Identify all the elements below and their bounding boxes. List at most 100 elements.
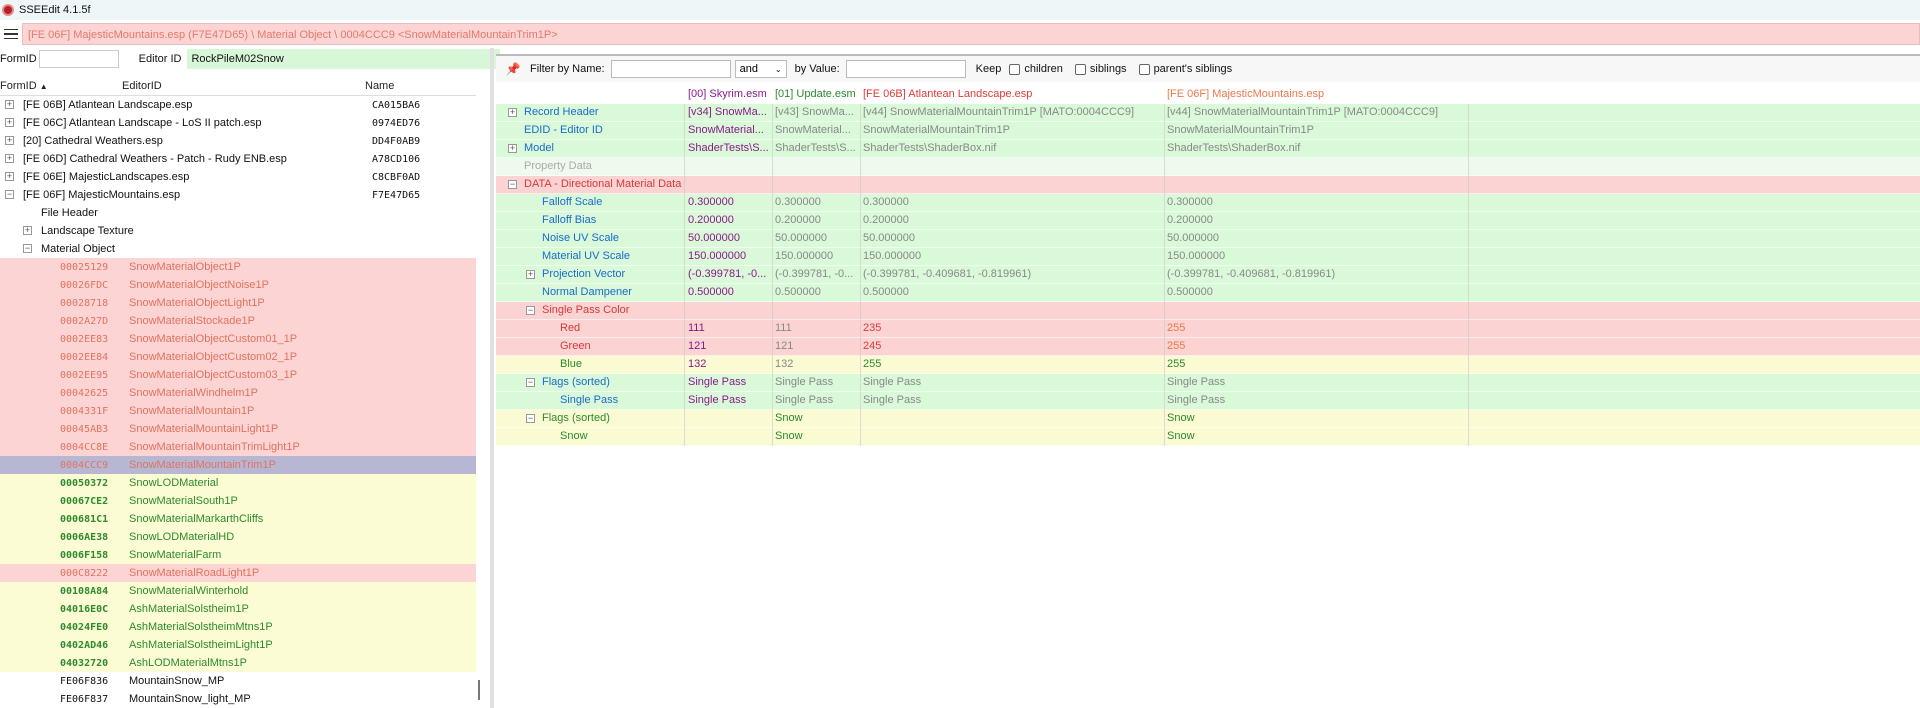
filter-value-input[interactable] <box>845 60 966 78</box>
formid-input[interactable] <box>38 50 119 68</box>
record-row[interactable]: 00025129 SnowMaterialObject1P <box>0 258 476 276</box>
grid-row[interactable]: Material UV Scale 150.000000 150.000000 150… <box>496 248 1920 266</box>
collapse-icon[interactable]: − <box>526 414 535 423</box>
record-row[interactable]: 04024FE0 AshMaterialSolstheimMtns1P <box>0 618 476 636</box>
record-row[interactable]: 0004CC8E SnowMaterialMountainTrimLight1P <box>0 438 476 456</box>
record-formid: 0402AD46 <box>60 639 109 651</box>
expand-icon[interactable]: + <box>23 226 32 235</box>
collapse-icon[interactable]: − <box>5 190 14 199</box>
editorid-input[interactable]: RockPileM02Snow <box>187 49 500 69</box>
record-compare-grid[interactable]: + Record Header [v34] SnowMa... [v43] SnowM… <box>496 104 1920 446</box>
record-row[interactable]: 00026FDC SnowMaterialObjectNoise1P <box>0 276 476 294</box>
col-atlantean-header[interactable]: [FE 06B] Atlantean Landscape.esp <box>863 88 1032 100</box>
grid-row[interactable]: Single Pass Single Pass Single Pass Single … <box>496 392 1920 410</box>
grid-row[interactable]: − DATA - Directional Material Data <box>496 176 1920 194</box>
record-row[interactable]: 000C8222 SnowMaterialRoadLight1P <box>0 564 476 582</box>
field-value: 50.000000 <box>863 232 915 244</box>
grid-row[interactable]: − Flags (sorted) Single Pass Single Pass Sin… <box>496 374 1920 392</box>
grid-row[interactable]: − Single Pass Color <box>496 302 1920 320</box>
plugin-row[interactable]: + [FE 06C] Atlantean Landscape - LoS II p… <box>0 114 476 132</box>
col-update-header[interactable]: [01] Update.esm <box>775 88 856 100</box>
record-editorid: SnowMaterialMarkarthCliffs <box>129 513 264 525</box>
record-row[interactable]: 0002EE83 SnowMaterialObjectCustom01_1P <box>0 330 476 348</box>
grid-row[interactable]: Property Data <box>496 158 1920 176</box>
collapse-icon[interactable]: − <box>526 378 535 387</box>
record-row[interactable]: 0006AE38 SnowLODMaterialHD <box>0 528 476 546</box>
record-row[interactable]: FE06F837 MountainSnow_light_MP <box>0 690 476 708</box>
expand-icon[interactable]: + <box>5 154 14 163</box>
record-row[interactable]: FE06F836 MountainSnow_MP <box>0 672 476 690</box>
col-name-header[interactable]: Name <box>365 80 394 92</box>
filter-combo[interactable]: and ⌄ <box>734 60 787 78</box>
grid-row[interactable]: + Model ShaderTests\S... ShaderTests\S... Sh… <box>496 140 1920 158</box>
children-checkbox[interactable] <box>1009 63 1021 75</box>
record-row[interactable]: 000681C1 SnowMaterialMarkarthCliffs <box>0 510 476 528</box>
pane-splitter[interactable] <box>490 48 494 708</box>
record-row[interactable]: 0004CCC9 SnowMaterialMountainTrim1P <box>0 456 476 474</box>
grid-row[interactable]: Snow Snow Snow <box>496 428 1920 446</box>
grid-row[interactable]: Noise UV Scale 50.000000 50.000000 50.00000… <box>496 230 1920 248</box>
grid-row[interactable]: EDID - Editor ID SnowMaterial... SnowMater… <box>496 122 1920 140</box>
group-file-header[interactable]: File Header <box>0 204 476 222</box>
window-title: SSEEdit 4.1.5f <box>19 4 91 16</box>
group-material-object[interactable]: − Material Object <box>0 240 476 258</box>
collapse-icon[interactable]: − <box>526 306 535 315</box>
menu-icon[interactable] <box>0 22 22 46</box>
grid-row[interactable]: + Record Header [v34] SnowMa... [v43] SnowM… <box>496 104 1920 122</box>
expand-icon[interactable]: + <box>526 270 535 279</box>
field-value: 0.300000 <box>863 196 909 208</box>
expand-icon[interactable]: + <box>508 144 517 153</box>
record-row[interactable]: 0402AD46 AshMaterialSolstheimLight1P <box>0 636 476 654</box>
grid-row[interactable]: Blue 132 132 255 255 <box>496 356 1920 374</box>
pin-icon[interactable]: 📌 <box>506 62 521 76</box>
field-value: [v44] SnowMaterialMountainTrim1P [MATO:0… <box>863 106 1135 118</box>
record-row[interactable]: 0004331F SnowMaterialMountain1P <box>0 402 476 420</box>
record-row[interactable]: 00042625 SnowMaterialWindhelm1P <box>0 384 476 402</box>
record-row[interactable]: 00050372 SnowLODMaterial <box>0 474 476 492</box>
grid-row[interactable]: Green 121 121 245 255 <box>496 338 1920 356</box>
record-row[interactable]: 04032720 AshLODMaterialMtns1P <box>0 654 476 672</box>
grid-row[interactable]: Falloff Bias 0.200000 0.200000 0.200000 0.20… <box>496 212 1920 230</box>
col-editorid-header[interactable]: EditorID <box>122 80 162 92</box>
grid-row[interactable]: − Flags (sorted) Snow Snow <box>496 410 1920 428</box>
siblings-checkbox[interactable] <box>1074 63 1086 75</box>
record-tree[interactable]: + [FE 06B] Atlantean Landscape.esp CA015BA… <box>0 96 476 708</box>
expand-icon[interactable]: + <box>5 136 14 145</box>
group-landscape-texture[interactable]: + Landscape Texture <box>0 222 476 240</box>
field-name: Single Pass <box>560 394 619 406</box>
expand-icon[interactable]: + <box>5 118 14 127</box>
col-majestic-header[interactable]: [FE 06F] MajesticMountains.esp <box>1167 88 1324 100</box>
record-row[interactable]: 00108A84 SnowMaterialWinterhold <box>0 582 476 600</box>
record-formid: 00028718 <box>60 297 109 309</box>
field-value: Snow <box>775 430 803 442</box>
record-row[interactable]: 00028718 SnowMaterialObjectLight1P <box>0 294 476 312</box>
plugin-row[interactable]: + [FE 06B] Atlantean Landscape.esp CA015BA… <box>0 96 476 114</box>
record-row[interactable]: 00067CE2 SnowMaterialSouth1P <box>0 492 476 510</box>
col-formid-header[interactable]: FormID ▲ <box>0 80 48 92</box>
expand-icon[interactable]: + <box>5 100 14 109</box>
grid-row[interactable]: Red 111 111 235 255 <box>496 320 1920 338</box>
plugin-row[interactable]: + [FE 06E] MajesticLandscapes.esp C8CBF0AD <box>0 168 476 186</box>
plugin-row[interactable]: + [20] Cathedral Weathers.esp DD4F0AB9 <box>0 132 476 150</box>
grid-row[interactable]: Normal Dampener 0.500000 0.500000 0.500000 0… <box>496 284 1920 302</box>
filter-name-input[interactable] <box>610 60 731 78</box>
plugin-row[interactable]: + [FE 06D] Cathedral Weathers - Patch - R… <box>0 150 476 168</box>
parents-siblings-checkbox[interactable] <box>1138 63 1150 75</box>
grid-row[interactable]: Falloff Scale 0.300000 0.300000 0.300000 0.3… <box>496 194 1920 212</box>
col-skyrim-header[interactable]: [00] Skyrim.esm <box>688 88 767 100</box>
record-row[interactable]: 04016E0C AshMaterialSolstheim1P <box>0 600 476 618</box>
plugin-row[interactable]: − [FE 06F] MajesticMountains.esp F7E47D65 <box>0 186 476 204</box>
expand-icon[interactable]: + <box>508 108 517 117</box>
expand-icon[interactable]: + <box>5 172 14 181</box>
collapse-icon[interactable]: − <box>508 180 517 189</box>
record-row[interactable]: 0002EE95 SnowMaterialObjectCustom03_1P <box>0 366 476 384</box>
record-row[interactable]: 0002A27D SnowMaterialStockade1P <box>0 312 476 330</box>
record-row[interactable]: 0006F158 SnowMaterialFarm <box>0 546 476 564</box>
grid-row[interactable]: + Projection Vector (-0.399781, -0... (-0.3… <box>496 266 1920 284</box>
plugin-id: DD4F0AB9 <box>372 135 421 147</box>
record-row[interactable]: 00045AB3 SnowMaterialMountainLight1P <box>0 420 476 438</box>
record-row[interactable]: 0002EE84 SnowMaterialObjectCustom02_1P <box>0 348 476 366</box>
collapse-icon[interactable]: − <box>23 244 32 253</box>
tree-scrollbar[interactable] <box>478 680 480 700</box>
field-value: ShaderTests\ShaderBox.nif <box>1167 142 1301 154</box>
